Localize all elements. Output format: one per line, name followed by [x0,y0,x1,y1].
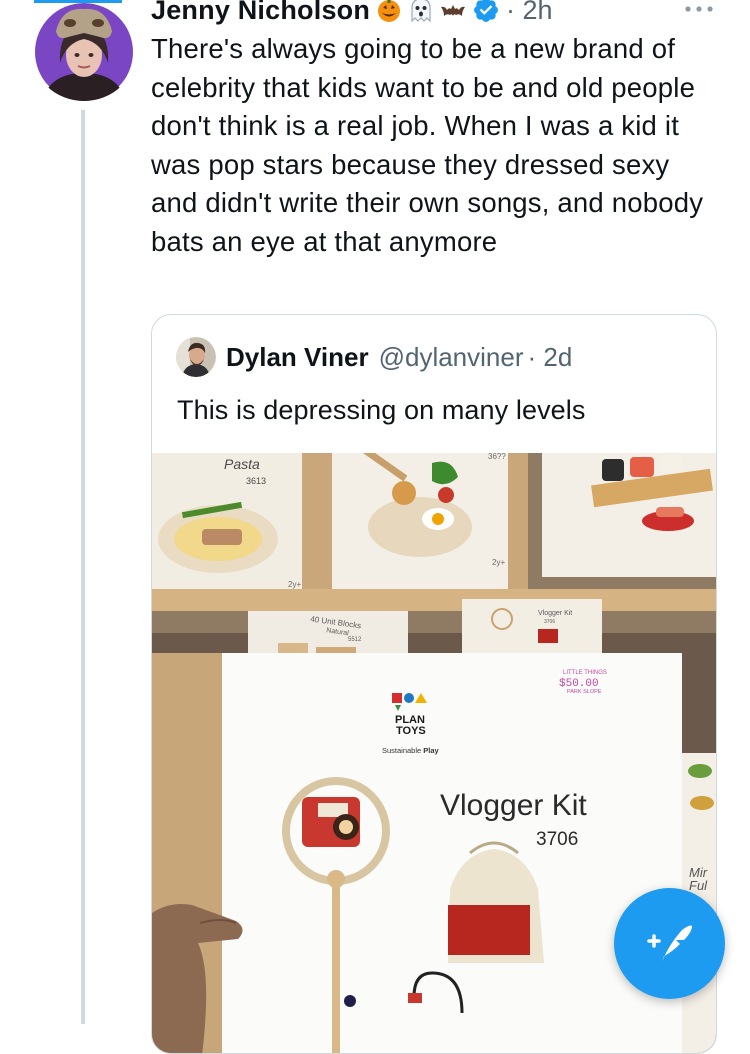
blocks-box-number: 5512 [348,637,362,643]
breakfast-box-age: 2y+ [492,558,505,567]
plan-toys-logo: PLAN TOYS [392,693,427,737]
pasta-box-age: 2y+ [288,580,301,589]
quoted-tweet-timestamp[interactable]: · 2d [528,342,573,373]
ghost-icon [411,0,431,23]
thread-connector-line [81,110,85,1024]
product-title: Vlogger Kit [440,789,587,822]
small-vlogger-box-title: Vlogger Kit [538,610,572,617]
price-sticker-location: PARK SLOPE [567,689,602,695]
plan-toys-logo-toys: TOYS [396,725,426,737]
verified-badge-icon [474,0,499,22]
compose-tweet-button[interactable] [614,888,725,999]
quoted-author-avatar [176,337,216,377]
small-vlogger-box-number: 3706 [544,619,555,625]
quoted-tweet-header: Dylan Viner @dylanviner · 2d [176,337,572,377]
side-box-text-line2: Ful [689,878,708,893]
quoted-author-name[interactable]: Dylan Viner [226,342,369,373]
product-number: 3706 [536,829,578,850]
pasta-box-title: Pasta [224,456,260,472]
shelf-box-pasta: Pasta 3613 2y+ [152,453,332,593]
quoted-author-handle[interactable]: @dylanviner [379,342,524,373]
shelf-box-breakfast: 36?? 2y+ [332,453,528,593]
author-name[interactable]: Jenny Nicholson [151,0,370,26]
pasta-box-number: 3613 [246,476,266,486]
bat-icon [441,5,466,16]
vlogger-kit-box: LITTLE THINGS $50.00 PARK SLOPE PLAN TOY… [152,653,682,1053]
more-options-icon[interactable] [682,2,716,16]
author-avatar[interactable] [32,3,136,101]
plan-toys-tagline: Sustainable Play [382,746,440,755]
breakfast-box-number: 36?? [488,453,506,461]
price-sticker-store: LITTLE THINGS [563,670,607,676]
quoted-tweet-text: This is depressing on many levels [177,395,586,425]
shelf-box-vlogger-small: Vlogger Kit 3706 [462,599,602,659]
jack-o-lantern-icon [378,0,401,22]
tweet-text: There's always going to be a new brand o… [151,33,704,257]
compose-tweet-icon [646,925,692,962]
tweet-header: Jenny Nicholson · 2h [151,0,553,28]
tweet-timestamp[interactable]: · 2h [506,0,553,26]
shelf-box-sushi [542,453,716,577]
